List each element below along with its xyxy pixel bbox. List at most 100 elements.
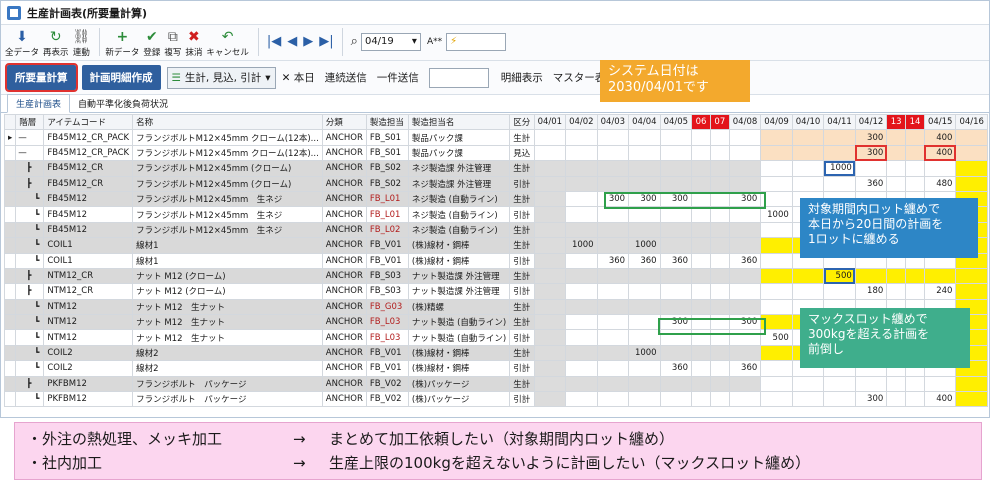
plan-cell[interactable] <box>565 267 598 285</box>
plan-cell[interactable] <box>823 375 856 393</box>
plan-cell[interactable] <box>659 391 693 408</box>
refresh-button[interactable]: ↻ 再表示 <box>43 30 69 59</box>
plan-cell[interactable] <box>628 329 661 346</box>
plan-cell[interactable] <box>565 129 598 146</box>
plan-cell[interactable]: 400 <box>923 391 957 408</box>
plan-cell[interactable] <box>709 267 730 285</box>
plan-cell[interactable] <box>691 283 711 300</box>
date-select[interactable]: 04/19 ▾ <box>360 32 421 51</box>
row-marker[interactable]: ▸ <box>3 129 17 146</box>
plan-cell[interactable] <box>659 160 693 177</box>
plan-cell[interactable] <box>596 267 630 285</box>
row-marker[interactable] <box>3 206 17 223</box>
plan-cell[interactable] <box>533 283 567 300</box>
tab-load-status[interactable]: 自動平準化後負荷状況 <box>70 95 176 112</box>
plan-cell[interactable] <box>628 160 661 177</box>
plan-cell[interactable] <box>709 375 730 393</box>
plan-cell[interactable] <box>596 221 630 239</box>
plan-cell[interactable] <box>691 344 711 362</box>
plan-cell[interactable] <box>760 221 793 239</box>
plan-cell[interactable] <box>691 375 711 393</box>
prev-record-icon[interactable]: ◀ <box>287 34 297 49</box>
plan-cell[interactable]: 180 <box>854 283 888 300</box>
plan-cell[interactable] <box>691 391 711 408</box>
plan-cell[interactable] <box>533 360 567 377</box>
plan-cell[interactable] <box>886 283 907 300</box>
plan-cell[interactable] <box>854 267 888 285</box>
plan-cell[interactable] <box>709 144 730 162</box>
last-record-icon[interactable]: ▶| <box>319 34 333 49</box>
plan-cell[interactable] <box>659 144 693 162</box>
plan-cell[interactable] <box>728 175 762 192</box>
plan-cell[interactable] <box>659 283 693 300</box>
delete-button[interactable]: ✖ 抹消 <box>185 30 202 59</box>
plan-cell[interactable] <box>596 375 630 393</box>
plan-cell[interactable] <box>628 283 661 300</box>
plan-cell[interactable] <box>659 237 693 254</box>
plan-cell[interactable] <box>659 298 693 316</box>
date-column-header[interactable]: 06 <box>691 113 711 131</box>
plan-cell[interactable] <box>533 129 567 146</box>
plan-cell[interactable] <box>728 391 762 408</box>
plan-cell[interactable] <box>886 375 907 393</box>
row-marker[interactable] <box>3 391 17 408</box>
plan-cell[interactable] <box>565 160 598 177</box>
plan-cell[interactable]: 1000 <box>565 237 598 254</box>
plan-cell[interactable] <box>791 375 825 393</box>
row-marker[interactable] <box>3 314 17 331</box>
date-column-header[interactable]: 13 <box>886 113 907 131</box>
plan-cell[interactable] <box>596 237 630 254</box>
plan-cell[interactable] <box>791 283 825 300</box>
plan-cell[interactable] <box>823 283 856 300</box>
plan-cell[interactable] <box>760 360 793 377</box>
plan-cell[interactable] <box>565 283 598 300</box>
row-marker[interactable] <box>3 144 17 162</box>
plan-cell[interactable] <box>628 298 661 316</box>
plan-cell[interactable]: 360 <box>728 252 762 269</box>
plan-cell[interactable] <box>823 175 856 192</box>
plan-cell[interactable] <box>596 314 630 331</box>
plan-cell[interactable] <box>760 237 793 254</box>
plan-cell[interactable] <box>905 267 925 285</box>
plan-cell[interactable] <box>691 175 711 192</box>
first-record-icon[interactable]: |◀ <box>267 34 281 49</box>
plan-cell[interactable] <box>565 344 598 362</box>
plan-cell[interactable] <box>691 206 711 223</box>
plan-cell[interactable] <box>596 283 630 300</box>
row-marker[interactable] <box>3 160 17 177</box>
plan-cell[interactable] <box>728 344 762 362</box>
plan-cell[interactable] <box>728 298 762 316</box>
plan-cell[interactable] <box>565 190 598 208</box>
plan-cell[interactable]: 1000 <box>760 206 793 223</box>
new-data-button[interactable]: + 新データ <box>105 30 139 59</box>
plan-cell[interactable] <box>533 267 567 285</box>
date-column-header[interactable]: 04/02 <box>565 113 598 131</box>
plan-cell[interactable] <box>691 221 711 239</box>
plan-cell[interactable] <box>791 267 825 285</box>
all-data-button[interactable]: ⬇ 全データ <box>5 30 39 59</box>
column-header[interactable]: 製造担当名 <box>407 113 511 131</box>
plan-cell[interactable] <box>791 144 825 162</box>
plan-cell[interactable] <box>905 129 925 146</box>
plan-cell[interactable] <box>955 375 988 393</box>
plan-cell[interactable] <box>533 237 567 254</box>
plan-cell[interactable] <box>565 252 598 269</box>
plan-cell[interactable] <box>565 206 598 223</box>
plan-cell[interactable] <box>709 391 730 408</box>
plan-cell[interactable] <box>565 360 598 377</box>
plan-cell[interactable] <box>709 344 730 362</box>
column-header[interactable]: アイテムコード <box>43 113 134 131</box>
plan-cell[interactable]: 1000 <box>628 237 661 254</box>
plan-cell[interactable] <box>628 267 661 285</box>
table-row[interactable]: ┣ FB45M12_CR フランジボルトM12×45mm (クローム) ANCHOR F… <box>3 175 988 192</box>
plan-cell[interactable]: 360 <box>659 360 693 377</box>
plan-cell[interactable] <box>760 175 793 192</box>
plan-cell[interactable] <box>691 267 711 285</box>
plan-cell[interactable] <box>596 360 630 377</box>
send-input[interactable] <box>428 67 489 88</box>
plan-cell[interactable] <box>923 267 957 285</box>
plan-cell[interactable] <box>728 283 762 300</box>
plan-cell[interactable] <box>533 375 567 393</box>
date-column-header[interactable]: 04/15 <box>923 113 957 131</box>
plan-cell[interactable] <box>905 375 925 393</box>
